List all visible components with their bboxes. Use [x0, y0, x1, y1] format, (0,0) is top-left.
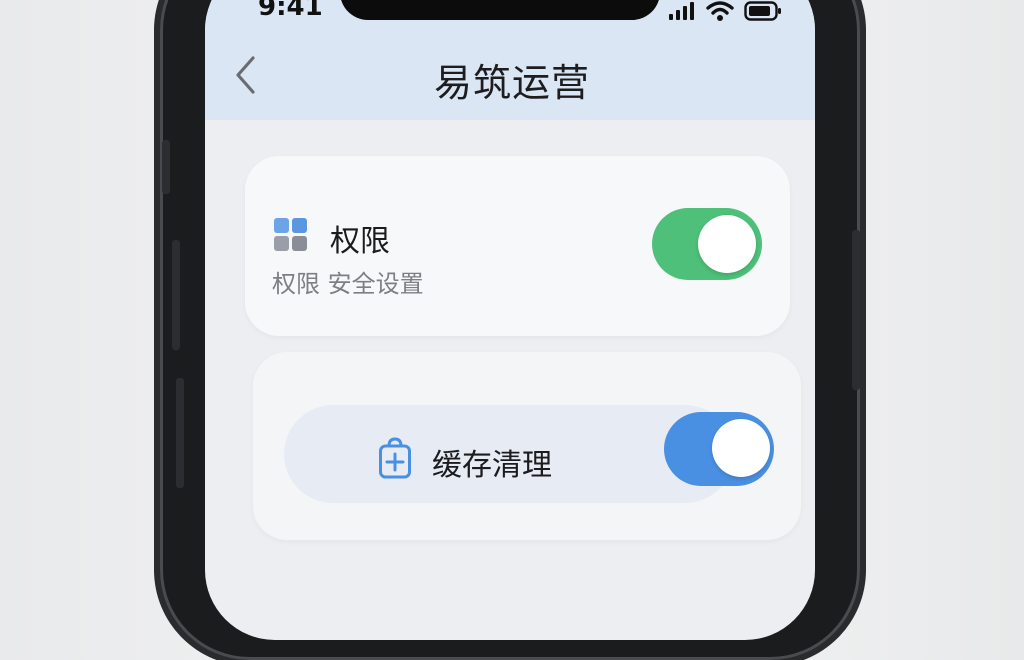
toggle-knob [712, 419, 770, 477]
cache-toggle[interactable] [664, 412, 774, 486]
signal-icon [669, 2, 694, 20]
cache-label: 缓存清理 [432, 448, 552, 483]
side-button-mute [162, 140, 170, 194]
battery-icon [744, 1, 781, 21]
grid-icon [274, 218, 308, 252]
bag-plus-icon [379, 437, 411, 479]
wifi-icon [706, 1, 734, 21]
toggle-knob [698, 215, 756, 273]
side-button-power [852, 230, 860, 390]
permission-title: 权限 [330, 224, 390, 259]
side-button-volume-down [176, 378, 184, 488]
side-button-volume-up [172, 240, 180, 350]
notch [340, 0, 660, 20]
permission-toggle[interactable] [652, 208, 762, 280]
status-icons [668, 0, 782, 22]
page-title: 易筑运营 [433, 61, 590, 105]
status-time: 9:41 [258, 0, 323, 22]
permission-subtitle: 权限 安全设置 [272, 270, 424, 298]
